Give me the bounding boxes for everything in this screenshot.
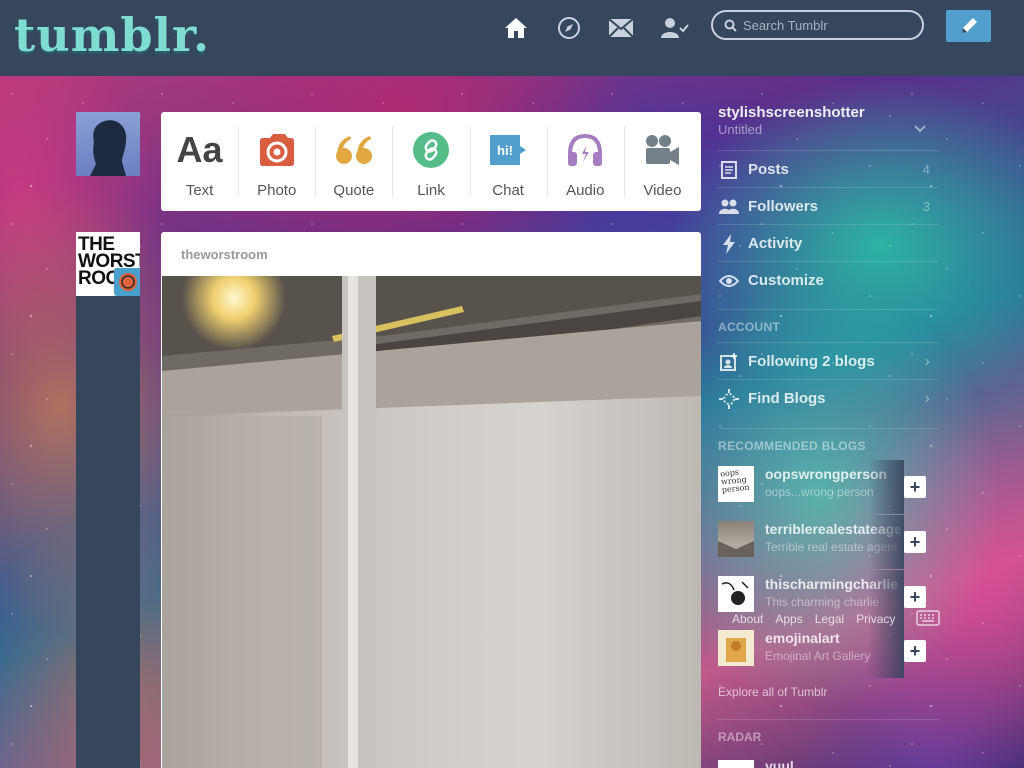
footer-link-legal[interactable]: Legal xyxy=(815,612,844,626)
chat-icon: hi! xyxy=(488,130,528,170)
top-navbar: tumblr. xyxy=(0,0,1024,76)
post-type-link[interactable]: Link xyxy=(392,112,469,211)
recommended-blog-avatar xyxy=(718,576,754,612)
chat-glyph: hi! xyxy=(497,143,513,158)
sidebar-item-following[interactable]: Following 2 blogs › xyxy=(718,342,938,380)
post-photo[interactable] xyxy=(162,276,701,768)
post-type-audio[interactable]: Audio xyxy=(546,112,624,211)
blog-sidebar-strip xyxy=(76,232,140,768)
followers-count: 3 xyxy=(922,199,930,214)
footer-link-privacy[interactable]: Privacy xyxy=(856,612,895,626)
sidebar-blog-title: Untitled xyxy=(718,122,763,137)
blog-badge-icon xyxy=(114,268,140,296)
follow-button[interactable]: + xyxy=(904,640,926,662)
account-section-title: ACCOUNT xyxy=(718,309,938,334)
dashboard-post: theworstroom xyxy=(161,232,701,768)
home-icon[interactable] xyxy=(502,14,530,42)
search-icon xyxy=(724,19,737,32)
footer-link-about[interactable]: About xyxy=(732,612,763,626)
right-sidebar: stylishscreenshotter Untitled Posts 4 Fo… xyxy=(718,104,938,678)
post-type-bar: Aa Text Photo Quote Link hi! Chat Audio xyxy=(161,112,701,211)
post-type-text[interactable]: Aa Text xyxy=(161,112,238,211)
search-box[interactable] xyxy=(711,10,924,40)
post-blog-name[interactable]: theworstroom xyxy=(161,232,701,276)
name-fade xyxy=(868,624,904,678)
post-type-chat[interactable]: hi! Chat xyxy=(469,112,547,211)
chevron-right-icon: › xyxy=(924,389,930,407)
eye-icon xyxy=(718,270,740,292)
sidebar-item-label: Find Blogs xyxy=(748,390,826,407)
camera-icon xyxy=(258,130,296,170)
explore-link[interactable]: Explore all of Tumblr xyxy=(718,685,827,699)
activity-icon xyxy=(718,233,740,255)
sidebar-item-label: Posts xyxy=(748,161,789,178)
explore-icon[interactable] xyxy=(555,14,583,42)
link-icon xyxy=(412,130,449,170)
compose-button[interactable] xyxy=(946,10,991,42)
text-icon: Aa xyxy=(176,129,223,170)
tumblr-logo[interactable]: tumblr. xyxy=(14,8,210,62)
user-avatar[interactable] xyxy=(76,112,140,176)
following-icon xyxy=(718,351,740,373)
footer-link-apps[interactable]: Apps xyxy=(775,612,802,626)
quote-icon xyxy=(334,130,374,170)
silhouette-icon xyxy=(90,120,127,176)
radar-section-title: RADAR xyxy=(718,719,938,744)
headphones-icon xyxy=(566,130,604,170)
follow-button[interactable]: + xyxy=(904,476,926,498)
post-type-quote[interactable]: Quote xyxy=(315,112,392,211)
inbox-icon[interactable] xyxy=(607,14,635,42)
recommended-blog[interactable]: terriblerealestateagent Terrible real es… xyxy=(718,515,938,569)
footer-links: About Apps Legal Privacy xyxy=(732,612,895,626)
followers-icon xyxy=(718,196,740,218)
posts-count: 4 xyxy=(922,162,930,177)
avatar-text: oops wrong person xyxy=(719,467,750,495)
blog-avatar[interactable]: THE WORST ROO xyxy=(76,232,140,296)
post-type-photo[interactable]: Photo xyxy=(238,112,315,211)
post-type-video[interactable]: Video xyxy=(623,112,701,211)
account-icon[interactable] xyxy=(660,14,690,42)
recommended-blog-avatar xyxy=(718,630,754,666)
recommended-blog-avatar: oops wrong person xyxy=(718,466,754,502)
sidebar-item-posts[interactable]: Posts 4 xyxy=(718,150,938,188)
video-camera-icon xyxy=(643,130,681,170)
sidebar-blog-name[interactable]: stylishscreenshotter xyxy=(718,104,938,121)
recommended-blog[interactable]: oops wrong person oopswrongperson oops..… xyxy=(718,460,938,514)
follow-button[interactable]: + xyxy=(904,531,926,553)
follow-button[interactable]: + xyxy=(904,586,926,608)
radar-blog-name[interactable]: yuul xyxy=(765,758,794,768)
keyboard-icon[interactable] xyxy=(916,610,940,631)
room-photo-illustration xyxy=(162,276,701,768)
sidebar-item-label: Activity xyxy=(748,235,803,252)
sidebar-item-label: Customize xyxy=(748,272,824,289)
recommended-blog[interactable]: emojinalart Emojinal Art Gallery + xyxy=(718,624,938,678)
sidebar-item-activity[interactable]: Activity xyxy=(718,224,938,262)
sidebar-item-label: Following 2 blogs xyxy=(748,353,875,370)
find-blogs-icon xyxy=(718,388,740,410)
name-fade xyxy=(868,460,904,514)
search-input[interactable] xyxy=(741,16,915,34)
name-fade xyxy=(868,515,904,569)
radar-avatar[interactable] xyxy=(718,760,754,768)
sidebar-item-followers[interactable]: Followers 3 xyxy=(718,187,938,225)
pencil-icon xyxy=(959,16,979,36)
sidebar-item-customize[interactable]: Customize xyxy=(718,261,938,299)
chevron-right-icon: › xyxy=(924,352,930,370)
sidebar-item-find-blogs[interactable]: Find Blogs › xyxy=(718,379,938,417)
sidebar-item-label: Followers xyxy=(748,198,819,215)
recommended-section-title: RECOMMENDED BLOGS xyxy=(718,428,938,453)
recommended-blog-avatar xyxy=(718,521,754,557)
posts-icon xyxy=(718,159,740,181)
chevron-down-icon[interactable] xyxy=(914,120,926,138)
